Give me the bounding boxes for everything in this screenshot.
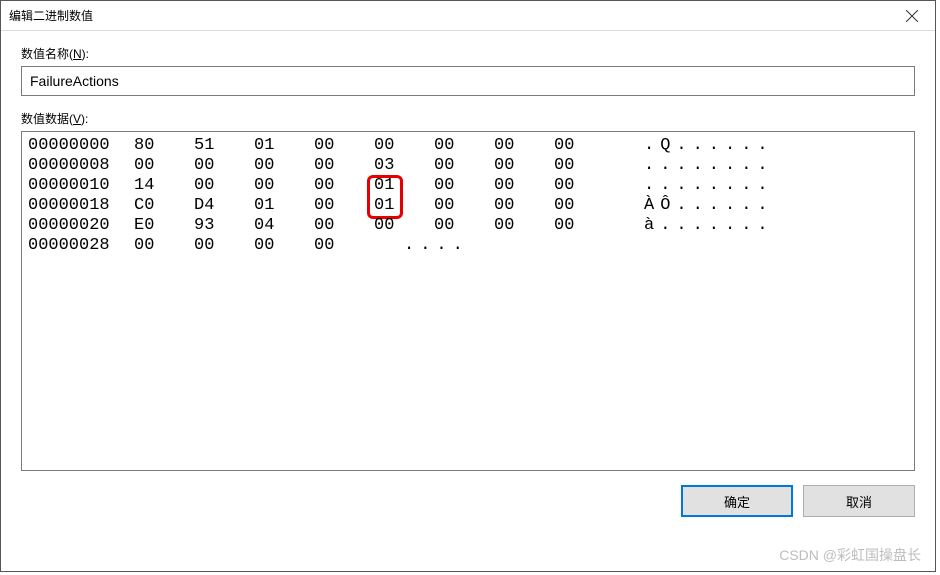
hex-byte[interactable]: 00 — [308, 136, 368, 156]
hex-byte[interactable]: E0 — [128, 216, 188, 236]
hex-byte[interactable]: 51 — [188, 136, 248, 156]
hex-bytes: 00000000 — [128, 236, 368, 256]
hex-bytes: C0D4010001000000 — [128, 196, 608, 216]
hex-row[interactable]: 000000080000000003000000........ — [28, 156, 908, 176]
hex-byte[interactable]: 00 — [428, 136, 488, 156]
close-icon — [906, 10, 918, 22]
hex-byte[interactable]: 00 — [488, 156, 548, 176]
hex-byte[interactable]: 00 — [488, 216, 548, 236]
hex-byte[interactable]: C0 — [128, 196, 188, 216]
titlebar[interactable]: 编辑二进制数值 — [1, 1, 935, 31]
hex-byte[interactable]: 00 — [548, 176, 608, 196]
hex-byte[interactable]: 00 — [188, 156, 248, 176]
hex-row[interactable]: 000000101400000001000000........ — [28, 176, 908, 196]
hex-ascii: .... — [404, 236, 469, 256]
hex-byte[interactable]: 03 — [368, 156, 428, 176]
dialog-title: 编辑二进制数值 — [9, 7, 93, 24]
hex-byte[interactable]: D4 — [188, 196, 248, 216]
hex-row[interactable]: 00000020E093040000000000à....... — [28, 216, 908, 236]
hex-byte[interactable]: 00 — [308, 236, 368, 256]
hex-bytes: 8051010000000000 — [128, 136, 608, 156]
hex-byte[interactable]: 01 — [248, 196, 308, 216]
hex-bytes: 0000000003000000 — [128, 156, 608, 176]
hex-byte[interactable]: 00 — [248, 156, 308, 176]
value-name-label: 数值名称(N): — [21, 45, 915, 62]
cancel-button[interactable]: 取消 — [803, 485, 915, 517]
hex-byte[interactable]: 00 — [548, 196, 608, 216]
hex-byte[interactable]: 00 — [188, 236, 248, 256]
hex-byte[interactable]: 14 — [128, 176, 188, 196]
hex-ascii: à....... — [644, 216, 774, 236]
hex-row[interactable]: 000000008051010000000000.Q...... — [28, 136, 908, 156]
hex-byte[interactable]: 00 — [128, 236, 188, 256]
hex-byte[interactable]: 00 — [308, 176, 368, 196]
watermark: CSDN @彩虹国操盘长 — [779, 545, 921, 565]
hex-byte[interactable]: 00 — [308, 216, 368, 236]
hex-byte[interactable]: 01 — [248, 136, 308, 156]
hex-ascii: ........ — [644, 176, 774, 196]
hex-row[interactable]: 0000002800000000.... — [28, 236, 908, 256]
hex-byte[interactable]: 01 — [368, 196, 428, 216]
hex-byte[interactable]: 00 — [428, 196, 488, 216]
button-row: 确定 取消 — [1, 471, 935, 517]
close-button[interactable] — [889, 1, 935, 31]
hex-byte[interactable]: 00 — [548, 216, 608, 236]
edit-binary-dialog: 编辑二进制数值 数值名称(N): FailureActions 数值数据(V):… — [0, 0, 936, 572]
hex-byte[interactable]: 00 — [308, 196, 368, 216]
hex-offset: 00000000 — [28, 136, 128, 156]
hex-byte[interactable]: 00 — [548, 156, 608, 176]
hex-byte[interactable]: 00 — [488, 176, 548, 196]
hex-byte[interactable]: 00 — [368, 216, 428, 236]
hex-byte[interactable]: 00 — [128, 156, 188, 176]
hex-byte[interactable]: 93 — [188, 216, 248, 236]
ok-button[interactable]: 确定 — [681, 485, 793, 517]
hex-byte[interactable]: 00 — [248, 176, 308, 196]
hex-byte[interactable]: 00 — [488, 196, 548, 216]
hex-bytes: E093040000000000 — [128, 216, 608, 236]
hex-offset: 00000020 — [28, 216, 128, 236]
hex-bytes: 1400000001000000 — [128, 176, 608, 196]
hex-byte[interactable]: 00 — [188, 176, 248, 196]
hex-byte[interactable]: 00 — [548, 136, 608, 156]
value-name-input[interactable]: FailureActions — [21, 66, 915, 96]
hex-ascii: .Q...... — [644, 136, 774, 156]
value-data-label: 数值数据(V): — [21, 110, 915, 127]
hex-byte[interactable]: 00 — [428, 176, 488, 196]
hex-byte[interactable]: 04 — [248, 216, 308, 236]
hex-byte[interactable]: 00 — [368, 136, 428, 156]
dialog-content: 数值名称(N): FailureActions 数值数据(V): 0000000… — [1, 31, 935, 471]
hex-offset: 00000010 — [28, 176, 128, 196]
hex-ascii: ÀÔ...... — [644, 196, 774, 216]
hex-editor[interactable]: 000000008051010000000000.Q......00000008… — [21, 131, 915, 471]
hex-offset: 00000008 — [28, 156, 128, 176]
hex-byte[interactable]: 00 — [248, 236, 308, 256]
hex-row[interactable]: 00000018C0D4010001000000ÀÔ...... — [28, 196, 908, 216]
hex-byte[interactable]: 00 — [428, 156, 488, 176]
hex-byte[interactable]: 00 — [428, 216, 488, 236]
hex-byte[interactable]: 00 — [308, 156, 368, 176]
hex-offset: 00000028 — [28, 236, 128, 256]
hex-byte[interactable]: 00 — [488, 136, 548, 156]
hex-ascii: ........ — [644, 156, 774, 176]
hex-byte[interactable]: 01 — [368, 176, 428, 196]
hex-byte[interactable]: 80 — [128, 136, 188, 156]
hex-offset: 00000018 — [28, 196, 128, 216]
